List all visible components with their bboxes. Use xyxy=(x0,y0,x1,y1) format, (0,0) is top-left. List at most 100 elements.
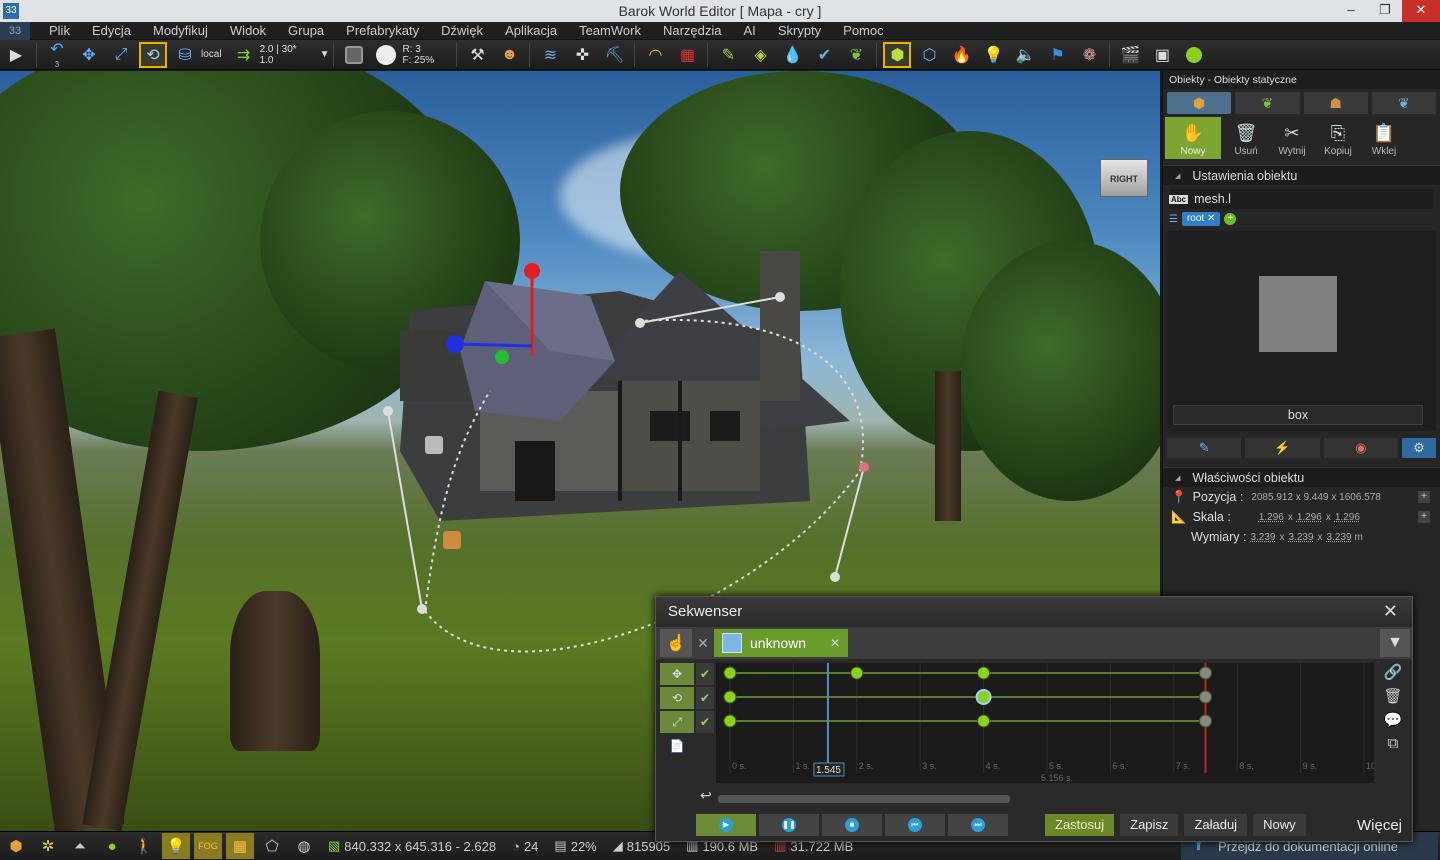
sequencer-close-icon[interactable]: ✕ xyxy=(1383,601,1398,622)
object-name-field[interactable]: Abc mesh.l xyxy=(1169,189,1434,209)
gamepad-icon[interactable]: ✜ xyxy=(568,42,596,68)
paste-button[interactable]: 📋 Wklej xyxy=(1363,117,1405,159)
tools-icon[interactable]: ⚒ xyxy=(463,42,491,68)
sequencer-timeline[interactable]: 0 s. 1 s. 2 s. 3 s. 4 s. 5 s. 6 s. 7 s. 8 s. 9 s.… xyxy=(716,663,1374,783)
road-icon[interactable]: ⏶ xyxy=(66,833,94,859)
tag-chip[interactable]: root ✕ xyxy=(1181,212,1221,226)
brush-icon[interactable]: ✎ xyxy=(1167,438,1242,458)
preview-label[interactable]: box xyxy=(1173,405,1423,425)
move-icon[interactable]: ✥ xyxy=(75,42,103,68)
clear-object-icon[interactable]: ✕ xyxy=(692,635,714,652)
new-sequence-button[interactable]: Nowy xyxy=(1253,814,1306,836)
expand-position-icon[interactable]: + xyxy=(1418,491,1430,503)
tab-characters-icon[interactable]: ☗ xyxy=(1303,92,1368,114)
play-button[interactable]: ▶ xyxy=(696,814,756,836)
cut-button[interactable]: ✂ Wytnij xyxy=(1271,117,1313,159)
tab-static-objects-icon[interactable]: ⬢ xyxy=(1167,92,1232,114)
flag-icon[interactable]: ⚑ xyxy=(1043,42,1071,68)
fire-icon[interactable]: 🔥 xyxy=(947,42,975,68)
character-icon[interactable]: ☻ xyxy=(495,42,523,68)
more-button[interactable]: Więcej xyxy=(1357,817,1402,834)
sound-icon[interactable]: 🔈 xyxy=(1011,42,1039,68)
menu-modyfikuj[interactable]: Modyfikuj xyxy=(142,22,219,40)
menu-prefabrykaty[interactable]: Prefabrykaty xyxy=(335,22,430,40)
event-track-icon[interactable]: 📄 xyxy=(660,735,694,757)
menu-edycja[interactable]: Edycja xyxy=(81,22,142,40)
settings-section-header[interactable]: Ustawienia obiektu xyxy=(1163,165,1440,185)
maximize-button[interactable]: ❐ xyxy=(1368,0,1402,22)
network-icon[interactable]: ✲ xyxy=(34,833,62,859)
scale-y[interactable]: 1.296 xyxy=(1297,512,1322,523)
view-cube[interactable]: RIGHT xyxy=(1100,159,1148,197)
menu-ai[interactable]: AI xyxy=(733,22,767,40)
move-track-icon[interactable]: ✥ xyxy=(660,663,694,685)
scale-icon[interactable]: ⤢ xyxy=(107,42,135,68)
pickaxe-icon[interactable]: ⛏ xyxy=(600,42,628,68)
minimize-button[interactable]: – xyxy=(1334,0,1368,22)
materials-icon[interactable]: ◉ xyxy=(1323,438,1398,458)
coord-space-label[interactable]: local xyxy=(201,49,222,60)
light-toggle-icon[interactable]: 💡 xyxy=(162,833,190,859)
pentagon-icon[interactable]: ⬠ xyxy=(258,833,286,859)
tab-vegetation-icon[interactable]: ❦ xyxy=(1235,92,1300,114)
grid-toggle-icon[interactable]: ▦ xyxy=(226,833,254,859)
undo-icon[interactable]: ↶ 3 xyxy=(43,41,71,69)
forward-button[interactable]: ⏭ xyxy=(948,814,1008,836)
scale-track-icon[interactable]: ⤢ xyxy=(660,711,694,733)
menu-plik[interactable]: Plik xyxy=(38,22,81,40)
menu-widok[interactable]: Widok xyxy=(219,22,277,40)
pause-button[interactable]: ❚❚ xyxy=(759,814,819,836)
clapper-icon[interactable]: 🎬 xyxy=(1116,42,1144,68)
static-objects-icon[interactable]: ⬢ xyxy=(883,41,912,68)
new-button[interactable]: ✋ Nowy xyxy=(1165,117,1221,159)
rotate-track-icon[interactable]: ⟲ xyxy=(660,687,694,709)
link-add-icon[interactable]: 🔗 xyxy=(1380,663,1406,687)
timeline-scrollbar[interactable] xyxy=(718,795,1010,803)
green-ball-icon[interactable] xyxy=(1180,42,1208,68)
track-enabled-check[interactable]: ✔ xyxy=(696,711,714,733)
gear-icon[interactable]: ⚙ xyxy=(1401,438,1436,458)
menu-pomoc[interactable]: Pomoc xyxy=(832,22,894,40)
menu-aplikacja[interactable]: Aplikacja xyxy=(494,22,568,40)
load-button[interactable]: Załaduj xyxy=(1184,814,1248,836)
pick-object-icon[interactable]: ☝ xyxy=(660,629,692,657)
track-enabled-check[interactable]: ✔ xyxy=(696,687,714,709)
box-status-icon[interactable]: ⬢ xyxy=(2,833,30,859)
camera-marker-icon[interactable] xyxy=(425,436,443,454)
menu-teamwork[interactable]: TeamWork xyxy=(568,22,652,40)
add-track-icon[interactable]: ⧉ xyxy=(1380,735,1406,759)
expand-scale-icon[interactable]: + xyxy=(1418,511,1430,523)
walker-icon[interactable]: 🚶 xyxy=(130,833,158,859)
sequencer-object-tab[interactable]: unknown ✕ xyxy=(714,629,848,657)
scale-z[interactable]: 1.296 xyxy=(1335,512,1360,523)
box-icon[interactable]: ◈ xyxy=(746,42,774,68)
cube-icon[interactable]: ⬡ xyxy=(915,42,943,68)
plant-icon[interactable]: ❦ xyxy=(842,42,870,68)
properties-section-header[interactable]: Właściwości obiektu xyxy=(1163,467,1440,487)
add-tag-icon[interactable]: + xyxy=(1224,213,1237,225)
snap-icon[interactable]: ⇉ xyxy=(230,42,258,68)
checker-icon[interactable]: ▦ xyxy=(673,42,701,68)
close-button[interactable]: ✕ xyxy=(1402,0,1440,22)
remove-object-icon[interactable]: ✕ xyxy=(830,636,840,650)
menu-skrypty[interactable]: Skrypty xyxy=(767,22,832,40)
check-icon[interactable]: ✔ xyxy=(810,42,838,68)
rotate-icon[interactable]: ⟲ xyxy=(139,41,167,68)
paint-icon[interactable]: ✎ xyxy=(714,42,742,68)
trash-icon[interactable]: 🗑 xyxy=(1380,687,1406,711)
tab-butterfly-icon[interactable]: ❦ xyxy=(1371,92,1436,114)
fog-toggle-icon[interactable]: FOG xyxy=(194,833,222,859)
rewind-button[interactable]: ⏮ xyxy=(885,814,945,836)
stop-button[interactable]: ■ xyxy=(822,814,882,836)
menu-logo-icon[interactable]: 33 xyxy=(0,21,30,40)
brain-icon[interactable]: ❁ xyxy=(1075,42,1103,68)
snap-values[interactable]: 2.0 | 30* 1.0 xyxy=(260,44,320,66)
save-button[interactable]: Zapisz xyxy=(1120,814,1179,836)
menu-narzedzia[interactable]: Narzędzia xyxy=(652,22,733,40)
track-enabled-check[interactable]: ✔ xyxy=(696,663,714,685)
delete-button[interactable]: 🗑 Usuń xyxy=(1225,117,1267,159)
comment-icon[interactable]: 💬 xyxy=(1380,711,1406,735)
coord-space-icon[interactable]: ⛁ xyxy=(171,42,199,68)
sphere-gray-icon[interactable] xyxy=(340,42,368,68)
terrain-icon[interactable]: ≋ xyxy=(536,42,564,68)
